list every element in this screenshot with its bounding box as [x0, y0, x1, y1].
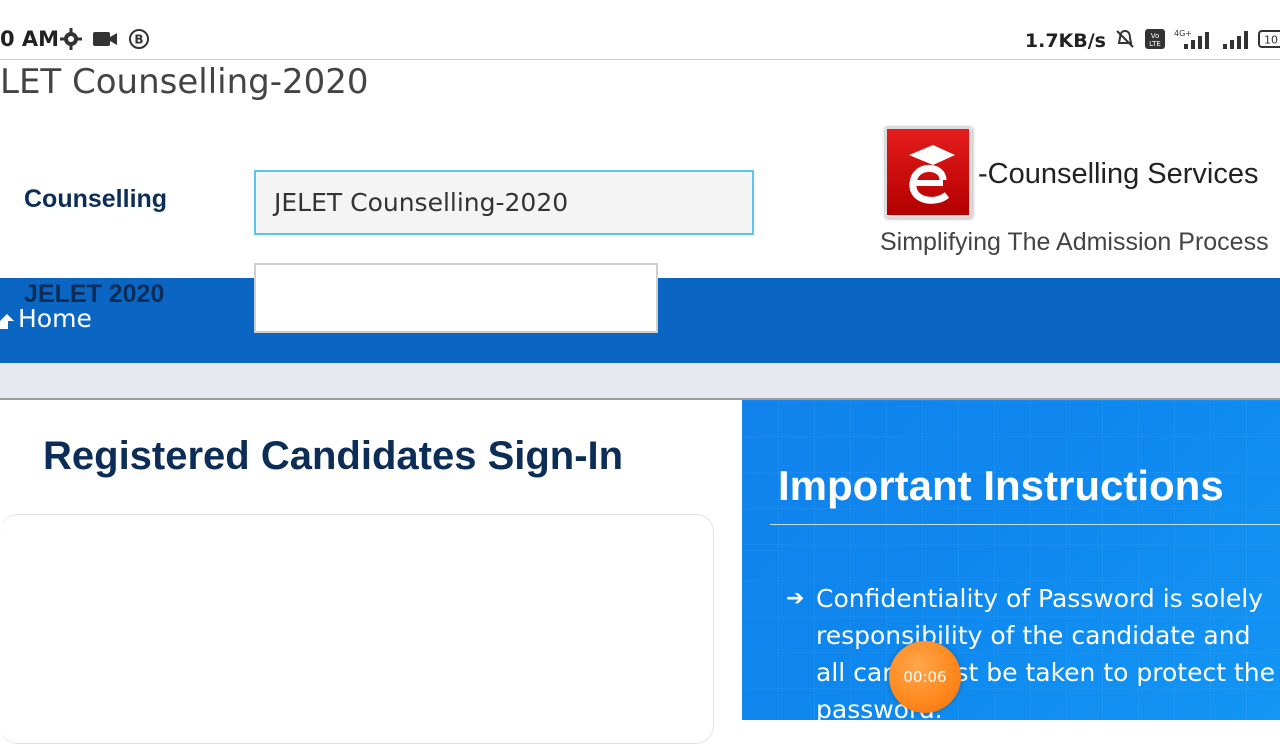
arrow-right-icon: ➔ [786, 586, 805, 611]
svg-text:LTE: LTE [1149, 40, 1161, 48]
b-circle-icon: B [128, 28, 150, 54]
e-logo-icon [884, 126, 972, 218]
screen-recorder-badge[interactable]: 00:06 [889, 641, 961, 713]
volte-icon: Vo LTE [1144, 28, 1166, 54]
instructions-panel: Important Instructions ➔ Confidentiality… [742, 400, 1280, 720]
instructions-title: Important Instructions [778, 462, 1224, 509]
status-time: 0 AM [0, 27, 60, 51]
settings-gear-icon [60, 28, 82, 54]
home-icon [0, 309, 14, 329]
brand-tagline: Simplifying The Admission Process [880, 228, 1269, 256]
signin-form-card [0, 514, 714, 744]
counselling-label: Counselling [24, 185, 168, 213]
svg-text:B: B [134, 33, 143, 47]
nav-separator-band [0, 363, 1280, 400]
svg-text:4G+: 4G+ [1174, 29, 1192, 38]
brand-name: -Counselling Services [978, 158, 1259, 190]
status-left-icons: B [60, 28, 150, 54]
counselling-select[interactable]: JELET Counselling-2020 [254, 170, 754, 235]
instruction-text: Confidentiality of Password is solely re… [816, 584, 1275, 720]
status-bar: 0 AM B 1.7KB/s Vo LTE 4G+ 10 [0, 0, 1280, 60]
status-right-icons: 1.7KB/s Vo LTE 4G+ 10 [1025, 28, 1280, 54]
battery-icon: 10 [1258, 28, 1280, 54]
bell-muted-icon [1114, 28, 1136, 54]
brand-logo[interactable]: -Counselling Services Simplifying The Ad… [880, 124, 1280, 264]
network-speed: 1.7KB/s [1024, 30, 1106, 52]
svg-text:10: 10 [1264, 34, 1278, 47]
signal-bars-icon [1222, 28, 1250, 54]
signal-4g-icon: 4G+ [1174, 28, 1214, 54]
jelet-label: JELET 2020 [24, 280, 165, 308]
instructions-divider [770, 524, 1280, 525]
signin-title: Registered Candidates Sign-In [43, 434, 624, 478]
jelet-input[interactable] [254, 263, 658, 333]
video-camera-icon [92, 29, 118, 53]
signin-panel: Registered Candidates Sign-In [0, 400, 742, 744]
svg-text:Vo: Vo [1151, 32, 1160, 40]
page-title: LET Counselling-2020 [0, 62, 369, 102]
